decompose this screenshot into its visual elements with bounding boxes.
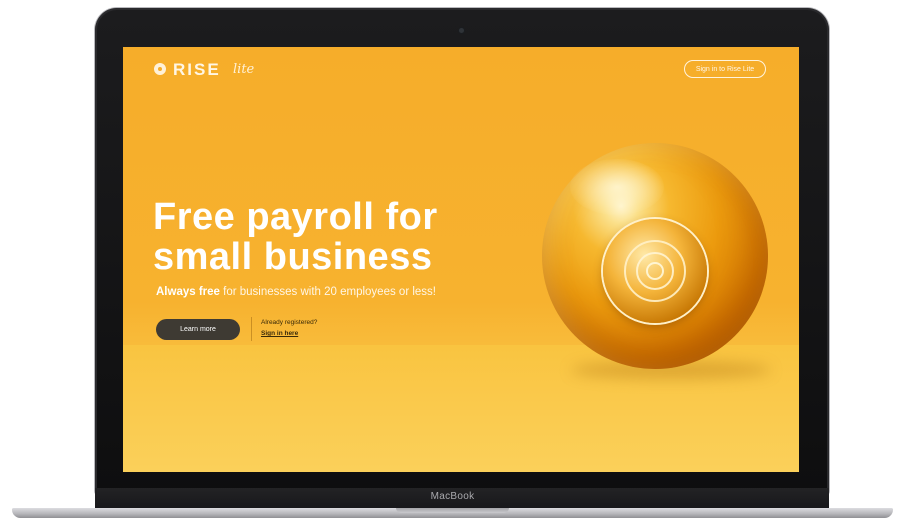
webcam-icon bbox=[459, 28, 464, 33]
sphere-highlight bbox=[570, 159, 664, 215]
emblem-ring-inner bbox=[646, 262, 664, 280]
tagline-bold: Always free bbox=[156, 286, 220, 298]
hero-headline: Free payroll for small business bbox=[153, 197, 438, 277]
logo-text[interactable]: RISE bbox=[173, 60, 221, 80]
sign-in-here-link[interactable]: Sign in here bbox=[261, 330, 298, 337]
headline-line-2: small business bbox=[153, 236, 433, 278]
macbook-label: MacBook bbox=[430, 491, 475, 502]
already-registered-text: Already registered? bbox=[261, 319, 318, 326]
tagline-rest: for businesses with 20 employees or less… bbox=[219, 286, 436, 298]
learn-more-button[interactable]: Learn more bbox=[156, 319, 240, 340]
sign-in-button[interactable]: Sign in to Rise Lite bbox=[684, 60, 766, 78]
headline-line-1: Free payroll for bbox=[153, 196, 438, 238]
rise-logo-ring-icon[interactable] bbox=[154, 63, 166, 75]
website-screen: RISE lite Sign in to Rise Lite Free payr… bbox=[123, 47, 799, 472]
logo-subtitle[interactable]: lite bbox=[233, 62, 254, 77]
hero-tagline: Always free for businesses with 20 emplo… bbox=[156, 286, 436, 298]
laptop-notch bbox=[396, 508, 509, 513]
cta-divider bbox=[251, 317, 252, 341]
